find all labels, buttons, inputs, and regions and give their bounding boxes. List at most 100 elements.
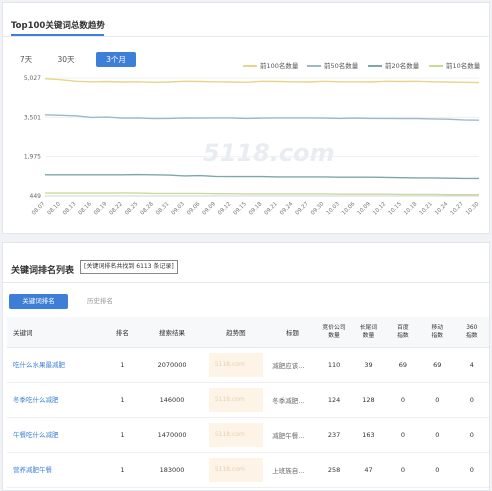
keyword-link[interactable]: 冬季吃什么减肥 bbox=[7, 382, 105, 418]
keyword-link[interactable]: 午餐吃什么减肥 bbox=[7, 417, 105, 453]
x-tick-label: 10.24 bbox=[434, 201, 450, 217]
mobile-cell: 0 bbox=[420, 417, 455, 453]
watermark: 5118.com bbox=[203, 139, 335, 167]
keyword-table: 关键词 排名 搜索结果 趋势图 标题 竞价公司数量 长尾词数量 百度指数 移动指… bbox=[7, 317, 489, 488]
longtail-cell: 163 bbox=[351, 417, 386, 453]
mobile-cell: 69 bbox=[420, 347, 455, 383]
x-tick-label: 08.10 bbox=[47, 201, 63, 217]
table-row: 午餐吃什么减肥 1 1470000 5118.com 减肥午餐... 237 1… bbox=[7, 417, 489, 453]
sparkline-watermark: 5118.com bbox=[214, 430, 245, 438]
col-results[interactable]: 搜索结果 bbox=[140, 317, 204, 348]
results-cell: 183000 bbox=[140, 452, 204, 488]
col-bid-count[interactable]: 竞价公司数量 bbox=[316, 317, 352, 348]
rank-cell: 1 bbox=[104, 452, 141, 488]
table-header-row: 关键词 排名 搜索结果 趋势图 标题 竞价公司数量 长尾词数量 百度指数 移动指… bbox=[7, 317, 489, 348]
x-tick-label: 08.22 bbox=[109, 201, 124, 216]
s360-cell: 0 bbox=[454, 382, 489, 418]
longtail-cell: 128 bbox=[351, 382, 386, 418]
trend-sparkline[interactable]: 5118.com bbox=[208, 422, 263, 447]
col-trend: 趋势图 bbox=[203, 317, 269, 348]
trend-cell: 5118.com bbox=[203, 417, 269, 453]
x-tick-label: 08.19 bbox=[93, 201, 109, 217]
bid-cell: 110 bbox=[316, 347, 352, 383]
x-tick-label: 08.07 bbox=[31, 201, 47, 217]
x-tick-label: 09.21 bbox=[264, 201, 279, 216]
sparkline-watermark: 5118.com bbox=[214, 395, 245, 403]
col-mobile-index[interactable]: 移动指数 bbox=[420, 317, 455, 348]
x-tick-label: 09.18 bbox=[248, 201, 264, 217]
x-tick-label: 10.30 bbox=[465, 201, 481, 217]
x-tick-label: 10.09 bbox=[357, 201, 373, 217]
s360-cell: 0 bbox=[454, 452, 489, 488]
rank-cell: 1 bbox=[104, 382, 141, 418]
bid-cell: 258 bbox=[316, 452, 352, 488]
series-line-2 bbox=[45, 173, 479, 180]
col-rank[interactable]: 排名 bbox=[104, 317, 141, 348]
keyword-link[interactable]: 营养减肥午餐 bbox=[7, 452, 105, 488]
baidu-cell: 0 bbox=[385, 417, 421, 453]
y-tick-label: 3,501 bbox=[24, 114, 41, 121]
trend-cell: 5118.com bbox=[203, 452, 269, 488]
x-tick-label: 10.27 bbox=[450, 201, 466, 217]
results-cell: 2070000 bbox=[140, 347, 204, 383]
list-divider bbox=[3, 282, 489, 283]
longtail-cell: 47 bbox=[351, 452, 386, 488]
title-cell[interactable]: 减肥午餐... bbox=[268, 417, 317, 453]
bid-cell: 124 bbox=[316, 382, 352, 418]
trend-sparkline[interactable]: 5118.com bbox=[208, 352, 263, 377]
x-tick-label: 08.16 bbox=[78, 201, 94, 217]
x-tick-label: 10.18 bbox=[403, 201, 419, 217]
x-tick-label: 09.12 bbox=[217, 201, 232, 216]
trend-panel: Top100关键词总数趋势 7天 30天 3个月 前100名数量 前50名数量 … bbox=[2, 2, 490, 234]
title-cell[interactable]: 上班族自... bbox=[268, 452, 317, 488]
tab-history-rank[interactable]: 历史排名 bbox=[75, 294, 125, 309]
baidu-cell: 0 bbox=[385, 452, 421, 488]
longtail-cell: 39 bbox=[351, 347, 386, 383]
col-mobile-label: 移动指数 bbox=[431, 324, 444, 339]
sparkline-watermark: 5118.com bbox=[214, 360, 245, 368]
x-tick-label: 10.12 bbox=[372, 201, 387, 216]
trend-cell: 5118.com bbox=[203, 382, 269, 418]
keyword-link[interactable]: 吃什么水果最减肥 bbox=[7, 347, 105, 383]
mobile-cell: 0 bbox=[420, 452, 455, 488]
baidu-cell: 69 bbox=[385, 347, 421, 383]
title-cell[interactable]: 减肥应该... bbox=[268, 347, 317, 383]
trend-sparkline[interactable]: 5118.com bbox=[208, 457, 263, 482]
x-tick-label: 09.09 bbox=[202, 201, 218, 217]
x-tick-label: 10.03 bbox=[326, 201, 342, 217]
y-tick-label: 1,975 bbox=[24, 154, 41, 161]
x-tick-label: 10.15 bbox=[388, 201, 404, 217]
sparkline-watermark: 5118.com bbox=[214, 465, 245, 473]
tab-keyword-rank[interactable]: 关键词排名 bbox=[9, 294, 68, 309]
x-tick-label: 09.27 bbox=[295, 201, 311, 217]
x-tick-label: 08.13 bbox=[62, 201, 78, 217]
record-count: [关键词排名共找到 6113 条记录] bbox=[80, 260, 178, 274]
table-row: 吃什么水果最减肥 1 2070000 5118.com 减肥应该... 110 … bbox=[7, 347, 489, 383]
y-tick-label: 449 bbox=[30, 193, 42, 200]
keyword-list-panel: 关键词排名列表 [关键词排名共找到 6113 条记录] 关键词排名 历史排名 关… bbox=[2, 242, 490, 491]
trend-sparkline[interactable]: 5118.com bbox=[208, 387, 263, 412]
col-baidu-index[interactable]: 百度指数 bbox=[385, 317, 421, 348]
x-tick-label: 08.28 bbox=[140, 201, 156, 217]
results-cell: 1470000 bbox=[140, 417, 204, 453]
bid-cell: 237 bbox=[316, 417, 352, 453]
baidu-cell: 0 bbox=[385, 382, 421, 418]
trend-cell: 5118.com bbox=[203, 347, 269, 383]
series-line-0 bbox=[44, 78, 480, 84]
title-cell[interactable]: 冬季减肥... bbox=[268, 382, 317, 418]
col-keyword[interactable]: 关键词 bbox=[7, 317, 105, 348]
col-longtail-label: 长尾词数量 bbox=[359, 324, 378, 339]
col-bid-count-label: 竞价公司数量 bbox=[322, 324, 346, 339]
x-tick-label: 08.25 bbox=[124, 201, 140, 217]
rank-cell: 1 bbox=[104, 417, 141, 453]
x-tick-label: 09.06 bbox=[186, 201, 202, 217]
s360-cell: 0 bbox=[454, 417, 489, 453]
col-longtail-count[interactable]: 长尾词数量 bbox=[351, 317, 386, 348]
col-360-label: 360指数 bbox=[465, 324, 478, 339]
x-tick-label: 09.15 bbox=[233, 201, 249, 217]
x-tick-label: 10.06 bbox=[341, 201, 357, 217]
results-cell: 146000 bbox=[140, 382, 204, 418]
series-line-3 bbox=[45, 192, 479, 196]
col-360-index[interactable]: 360指数 bbox=[454, 317, 489, 348]
x-tick-label: 08.31 bbox=[155, 201, 170, 216]
